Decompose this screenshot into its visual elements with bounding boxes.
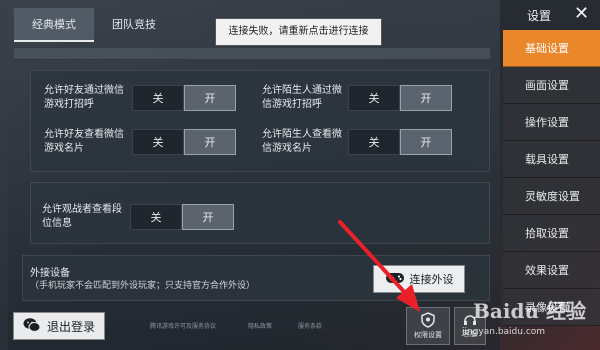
side-item-basic[interactable]: 基础设置 <box>503 30 600 67</box>
shield-icon <box>421 312 435 330</box>
option-label: 允许陌生人查看微信游戏名片 <box>262 129 342 154</box>
settings-side-menu: 基础设置 画面设置 操作设置 载具设置 灵敏度设置 拾取设置 效果设置 录像设置 <box>503 30 600 326</box>
side-item-controls[interactable]: 操作设置 <box>503 104 600 141</box>
toggle-switch[interactable]: 关 开 <box>348 85 452 111</box>
logout-button[interactable]: 退出登录 <box>13 312 105 340</box>
option-stranger-greet: 允许陌生人通过微信游戏打招呼 关 开 <box>262 84 452 112</box>
toggle-off[interactable]: 关 <box>132 85 184 111</box>
gamepad-icon <box>385 271 405 288</box>
toggle-on[interactable]: 开 <box>184 85 236 111</box>
toggle-switch[interactable]: 关 开 <box>348 129 452 155</box>
external-device-desc: （手机玩家不会匹配到外设玩家；只支持官方合作外设） <box>30 281 256 291</box>
side-item-vehicle[interactable]: 载具设置 <box>503 141 600 178</box>
option-label: 允许好友通过微信游戏打招呼 <box>44 85 124 110</box>
toggle-on[interactable]: 开 <box>184 129 236 155</box>
footer-link-privacy[interactable]: 隐私政策 <box>248 321 272 330</box>
tab-team-battle[interactable]: 团队竞技 <box>94 8 174 42</box>
tab-classic-mode[interactable]: 经典模式 <box>14 8 94 42</box>
toggle-off[interactable]: 关 <box>130 204 182 230</box>
option-label: 允许观战者查看段位信息 <box>42 204 122 229</box>
side-item-effects[interactable]: 效果设置 <box>503 252 600 289</box>
scroll-strip <box>14 48 490 60</box>
toggle-off[interactable]: 关 <box>348 129 400 155</box>
option-stranger-card: 允许陌生人查看微信游戏名片 关 开 <box>262 128 452 156</box>
toggle-switch[interactable]: 关 开 <box>132 85 236 111</box>
option-label: 允许陌生人通过微信游戏打招呼 <box>262 85 342 110</box>
side-item-graphics[interactable]: 画面设置 <box>503 67 600 104</box>
option-spectator-rank: 允许观战者查看段位信息 关 开 <box>42 203 234 231</box>
toggle-on[interactable]: 开 <box>400 85 452 111</box>
permission-settings-button[interactable]: 权限设置 <box>406 307 450 345</box>
toggle-switch[interactable]: 关 开 <box>132 129 236 155</box>
footer-link-license[interactable]: 腾讯游戏许可及服务协议 <box>150 321 216 330</box>
toggle-on[interactable]: 开 <box>400 129 452 155</box>
option-friend-greet: 允许好友通过微信游戏打招呼 关 开 <box>44 84 236 112</box>
baidu-watermark-url: jingyan.baidu.com <box>462 327 546 337</box>
external-device-title: 外接设备 <box>30 268 70 279</box>
close-icon[interactable]: ✕ <box>574 3 589 24</box>
connect-device-button[interactable]: 连接外设 <box>373 265 465 293</box>
mode-tabs: 经典模式 团队竞技 <box>14 8 174 46</box>
option-friend-card: 允许好友查看微信游戏名片 关 开 <box>44 128 236 156</box>
footer-link-terms[interactable]: 服务条款 <box>298 321 322 330</box>
side-item-pickup[interactable]: 拾取设置 <box>503 215 600 252</box>
logout-label: 退出登录 <box>46 319 95 334</box>
connect-device-label: 连接外设 <box>409 273 454 286</box>
toggle-off[interactable]: 关 <box>348 85 400 111</box>
connection-failed-toast: 连接失败，请重新点击进行连接 <box>215 18 382 46</box>
side-item-sensitivity[interactable]: 灵敏度设置 <box>503 178 600 215</box>
option-label: 允许好友查看微信游戏名片 <box>44 129 124 154</box>
toggle-on[interactable]: 开 <box>182 204 234 230</box>
permission-settings-label: 权限设置 <box>414 331 442 339</box>
baidu-watermark: Baidu 经验 <box>473 299 586 323</box>
wechat-icon <box>23 317 41 336</box>
toggle-switch[interactable]: 关 开 <box>130 204 234 230</box>
toggle-off[interactable]: 关 <box>132 129 184 155</box>
settings-title: 设置 <box>527 9 552 23</box>
